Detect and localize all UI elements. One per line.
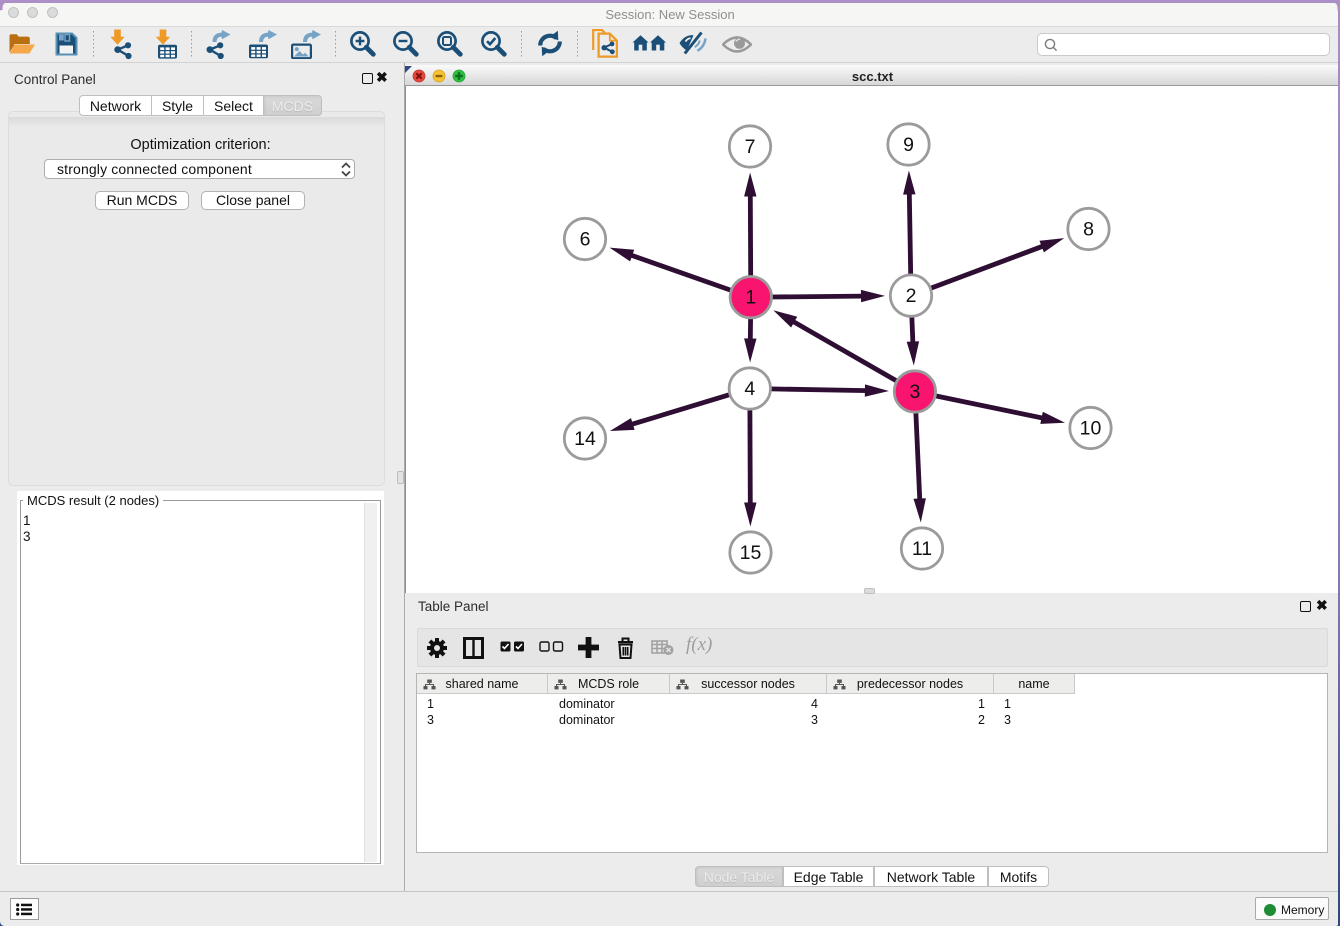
svg-text:8: 8 — [1083, 219, 1094, 241]
svg-text:7: 7 — [745, 136, 756, 158]
svg-text:15: 15 — [740, 542, 762, 564]
svg-text:10: 10 — [1080, 418, 1102, 440]
svg-text:1: 1 — [745, 287, 756, 309]
svg-text:4: 4 — [744, 378, 755, 400]
svg-text:14: 14 — [574, 428, 596, 450]
svg-text:11: 11 — [912, 538, 932, 560]
svg-text:9: 9 — [903, 134, 914, 156]
svg-text:3: 3 — [909, 381, 920, 403]
svg-text:2: 2 — [906, 285, 917, 307]
svg-text:6: 6 — [580, 229, 591, 251]
